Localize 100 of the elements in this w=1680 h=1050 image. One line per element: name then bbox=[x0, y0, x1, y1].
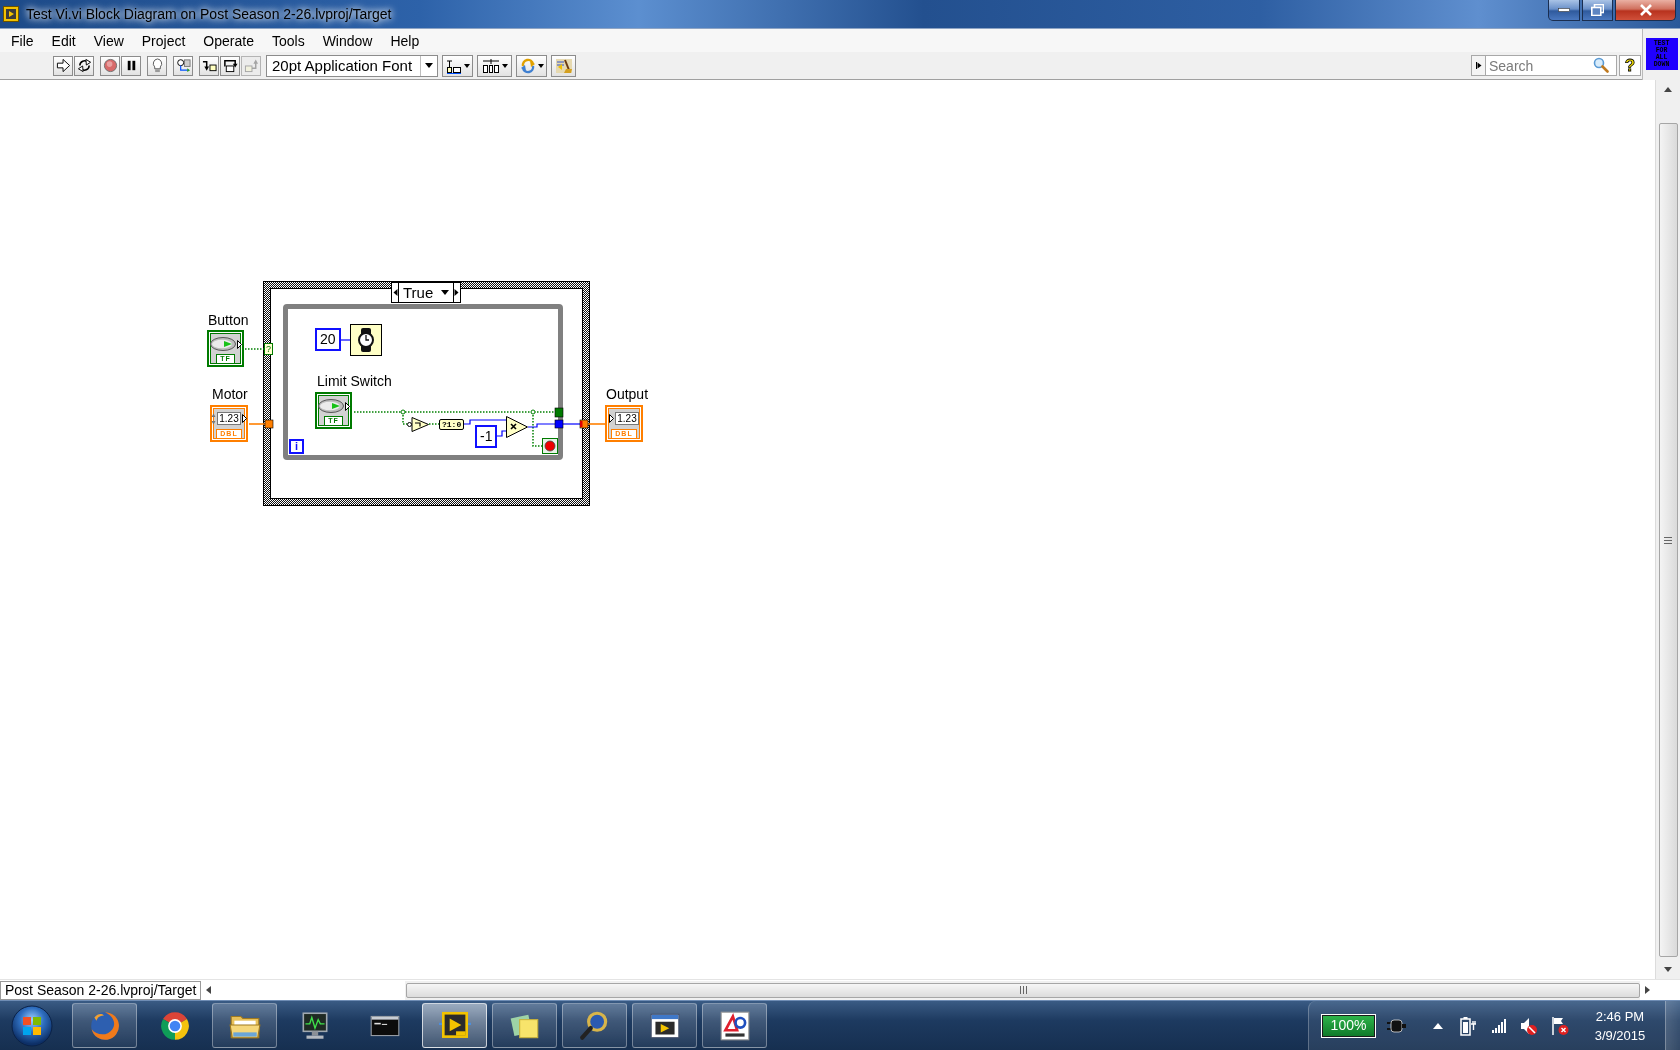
taskbar-button[interactable] bbox=[492, 1003, 557, 1048]
output-arrow-icon bbox=[236, 339, 242, 349]
caret-icon bbox=[463, 63, 470, 68]
orb-icon bbox=[10, 1003, 54, 1048]
menu-item[interactable]: Edit bbox=[42, 29, 85, 52]
align-icon bbox=[445, 57, 462, 74]
retain-wire-values-button[interactable] bbox=[173, 55, 193, 76]
menu-item[interactable]: Tools bbox=[262, 29, 314, 52]
up-arrow-icon bbox=[1433, 1022, 1443, 1029]
numeric-constant: -1 bbox=[475, 425, 498, 448]
integer-wire bbox=[562, 423, 581, 425]
show-desktop-button[interactable] bbox=[1665, 1001, 1680, 1050]
tunnel-icon bbox=[554, 419, 564, 429]
not-gate-icon bbox=[407, 417, 429, 432]
grip-icon bbox=[1664, 536, 1672, 544]
increment-arrows-icon bbox=[211, 412, 217, 425]
caret-icon bbox=[425, 63, 433, 68]
menu-item[interactable]: Operate bbox=[194, 29, 263, 52]
scrollbar-thumb[interactable] bbox=[1658, 123, 1678, 957]
menu-item[interactable]: File bbox=[2, 29, 43, 52]
grip-icon bbox=[1019, 986, 1027, 994]
signal-bars-icon[interactable] bbox=[1492, 1018, 1506, 1033]
step-into-icon bbox=[201, 58, 217, 73]
step-into-button[interactable] bbox=[199, 55, 219, 76]
taskbar-button[interactable] bbox=[212, 1003, 277, 1048]
terminal-label: Button bbox=[208, 312, 249, 328]
caret-icon bbox=[441, 290, 449, 295]
step-over-button[interactable] bbox=[220, 55, 240, 76]
align-objects-button[interactable] bbox=[442, 54, 473, 77]
reorder-icon bbox=[519, 57, 536, 74]
taskbar-button[interactable] bbox=[702, 1003, 767, 1048]
menu-item[interactable]: Help bbox=[381, 29, 429, 52]
numeric-constant: 20 bbox=[315, 328, 341, 351]
distribute-icon bbox=[481, 57, 500, 74]
minimize-icon bbox=[1558, 8, 1570, 12]
abort-button[interactable] bbox=[100, 55, 120, 76]
pause-button[interactable] bbox=[121, 55, 141, 76]
integer-wire bbox=[338, 339, 351, 341]
flag-icon[interactable] bbox=[1551, 1015, 1569, 1036]
cycle-arrows-icon bbox=[76, 58, 92, 73]
scrollbar-thumb[interactable] bbox=[406, 982, 1640, 998]
taskbar-button[interactable] bbox=[562, 1003, 627, 1048]
caret-icon bbox=[537, 63, 544, 68]
up-arrow-icon bbox=[1664, 87, 1672, 92]
terminal-label: Output bbox=[606, 386, 649, 402]
toggle-switch-icon bbox=[209, 337, 236, 351]
run-button[interactable] bbox=[53, 55, 73, 76]
taskbar-button[interactable] bbox=[632, 1003, 697, 1048]
right-arrow-icon bbox=[453, 283, 460, 302]
highlight-execution-button[interactable] bbox=[147, 55, 167, 76]
watch-icon bbox=[350, 324, 382, 356]
step-out-icon bbox=[243, 58, 259, 73]
boolean-to-number-node: ?1:0 bbox=[439, 419, 465, 430]
search-options-button[interactable] bbox=[1471, 55, 1485, 76]
run-continuously-button[interactable] bbox=[74, 55, 94, 76]
output-arrow-icon bbox=[344, 401, 350, 411]
right-arrow-icon bbox=[1645, 986, 1650, 994]
case-selector-terminal: ? bbox=[264, 343, 273, 355]
search-field[interactable]: Search bbox=[1485, 55, 1617, 76]
integer-wire bbox=[462, 419, 508, 425]
tunnel-icon bbox=[554, 407, 564, 418]
reorder-objects-button[interactable] bbox=[516, 54, 547, 77]
app-icon bbox=[3, 6, 19, 22]
close-button[interactable] bbox=[1615, 0, 1676, 21]
menu-item[interactable]: View bbox=[84, 29, 133, 52]
font-dropdown[interactable]: 20pt Application Font bbox=[266, 54, 438, 77]
probe-icon bbox=[175, 58, 191, 73]
taskbar-button[interactable] bbox=[422, 1003, 487, 1048]
right-arrow-icon bbox=[55, 58, 71, 73]
integer-wire bbox=[527, 423, 556, 428]
terminal-label: Limit Switch bbox=[317, 373, 392, 389]
project-path: Post Season 2-26.lvproj/Target bbox=[0, 980, 202, 1000]
battery-plug-icon[interactable] bbox=[1460, 1015, 1477, 1036]
menu-item[interactable]: Project bbox=[132, 29, 195, 52]
case-selector[interactable]: True bbox=[391, 282, 461, 303]
cleanup-icon bbox=[554, 57, 573, 74]
caret-icon bbox=[501, 63, 508, 68]
restore-icon bbox=[1591, 4, 1604, 16]
distribute-objects-button[interactable] bbox=[477, 54, 512, 77]
integer-wire bbox=[495, 430, 508, 437]
multiply-icon bbox=[506, 416, 528, 438]
plug-icon bbox=[1387, 1018, 1406, 1033]
stop-terminal-icon bbox=[542, 438, 558, 454]
coercion-tunnel-icon bbox=[579, 419, 589, 429]
minimize-button[interactable] bbox=[1548, 0, 1580, 21]
search-icon bbox=[1593, 57, 1609, 73]
start-button[interactable] bbox=[10, 1003, 54, 1048]
restore-button[interactable] bbox=[1582, 0, 1613, 21]
clean-up-diagram-button[interactable] bbox=[551, 54, 576, 77]
taskbar-clock[interactable]: 2:46 PM 3/9/2015 bbox=[1583, 1003, 1657, 1048]
left-arrow-icon bbox=[392, 283, 399, 302]
input-arrow-icon bbox=[609, 414, 615, 423]
menu-item[interactable]: Window bbox=[313, 29, 382, 52]
step-over-icon bbox=[222, 58, 238, 73]
tunnel-icon bbox=[264, 419, 274, 429]
battery-reading: 100% bbox=[1329, 1016, 1368, 1033]
left-arrow-icon bbox=[206, 986, 212, 994]
iteration-terminal: i bbox=[289, 439, 304, 454]
case-selector-label[interactable]: True bbox=[399, 283, 441, 302]
terminal-label: Motor bbox=[212, 386, 248, 402]
